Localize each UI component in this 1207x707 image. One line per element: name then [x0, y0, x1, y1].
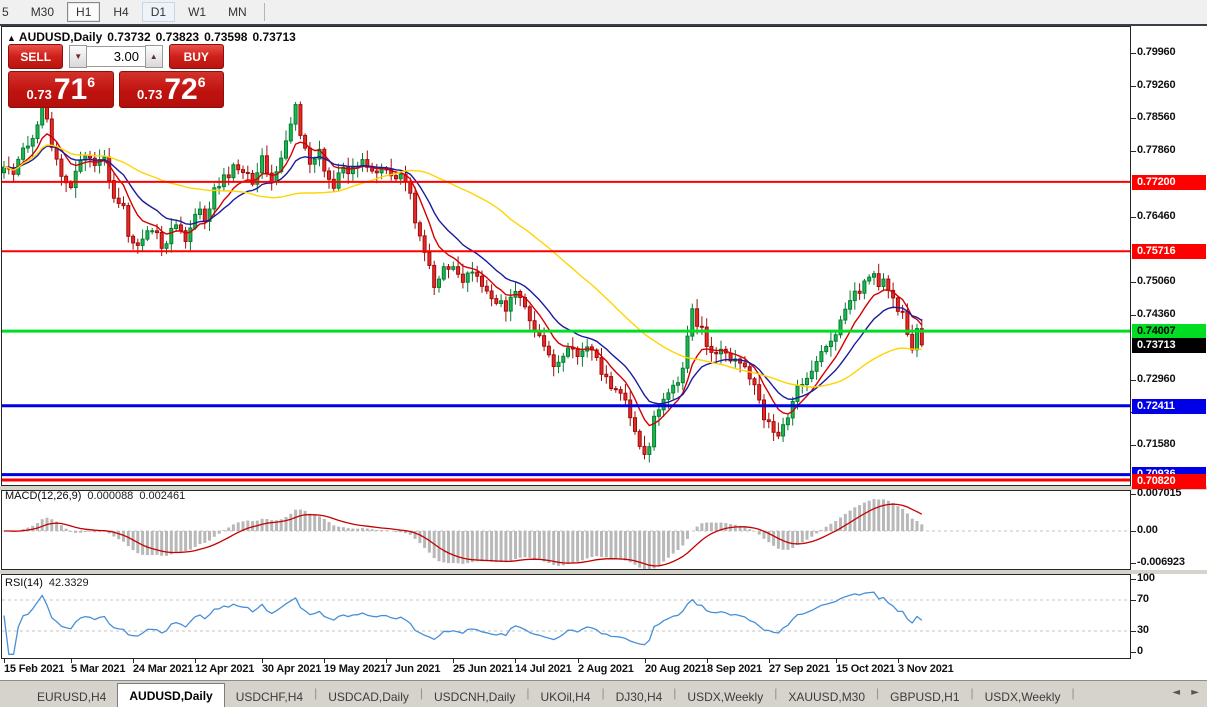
trading-terminal-window: 5 M30 H1 H4 D1 W1 MN ▲ AUDUSD,Daily 0.73732 0.738…	[0, 0, 1207, 707]
date-label: 30 Apr 2021	[262, 663, 322, 675]
buy-price-pip: 6	[197, 74, 206, 90]
volume-input[interactable]	[87, 46, 145, 67]
date-label: 15 Feb 2021	[4, 663, 65, 675]
rsi-tick-0: 0	[1137, 645, 1143, 657]
buy-price-prefix: 0.73	[137, 87, 163, 102]
symbol-tab-bar: EURUSD,H4 AUDUSD,Daily USDCHF,H4 | USDCAD,Da…	[0, 681, 1207, 707]
macd-tick--0.006923: -0.006923	[1137, 556, 1185, 568]
sell-price-main: 71	[53, 72, 88, 106]
macd-tick-0.00: 0.00	[1137, 524, 1158, 536]
chart-tab-usdx-weekly[interactable]: USDX,Weekly	[974, 687, 1072, 707]
buy-button[interactable]: BUY	[168, 44, 224, 69]
timeframe-button-h4[interactable]: H4	[104, 2, 137, 22]
ohlc-open: 0.73732	[107, 30, 151, 44]
price-badge-0.75716: 0.75716	[1132, 244, 1206, 259]
price-tick-0.78560: 0.78560	[1137, 111, 1176, 123]
timeframe-button-5[interactable]: 5	[0, 2, 18, 22]
date-label: 2 Aug 2021	[578, 663, 634, 675]
rsi-tick-100: 100	[1137, 572, 1155, 584]
price-chart-canvas[interactable]	[0, 24, 1207, 707]
chart-tab-usdchf-h4[interactable]: USDCHF,H4	[225, 687, 314, 707]
buy-price-main: 72	[164, 72, 198, 106]
date-label: 20 Aug 2021	[645, 663, 707, 675]
timeframe-toolbar: 5 M30 H1 H4 D1 W1 MN	[0, 0, 1207, 24]
sell-price-box[interactable]: 0.73 71 6	[8, 71, 114, 108]
chart-tab-usdx-weekly[interactable]: USDX,Weekly	[676, 687, 774, 707]
chart-tab-dj30-h4[interactable]: DJ30,H4	[605, 687, 674, 707]
macd-indicator-label: MACD(12,26,9) 0.000088 0.002461	[5, 490, 185, 502]
rsi-tick-70: 70	[1137, 593, 1149, 605]
spin-down-icon: ▼	[74, 52, 83, 61]
ohlc-high: 0.73823	[155, 30, 200, 44]
date-label: 19 May 2021	[324, 663, 387, 675]
ohlc-close: 0.73713	[252, 30, 296, 44]
macd-value-2: 0.002461	[139, 490, 186, 502]
timeframe-button-h1[interactable]: H1	[67, 2, 101, 22]
price-tick-0.74360: 0.74360	[1137, 308, 1176, 320]
date-label: 7 Jun 2021	[386, 663, 441, 675]
price-tick-0.72960: 0.72960	[1137, 373, 1176, 385]
tab-scroll-arrows: ◄ ►	[1164, 687, 1199, 698]
rsi-indicator-label: RSI(14) 42.3329	[5, 577, 89, 589]
rsi-tick-30: 30	[1137, 624, 1149, 636]
buy-price-box[interactable]: 0.73 72 6	[118, 71, 224, 108]
one-click-trading-panel: SELL ▼ ▲ BUY 0.73 71 6 0.73 72 6	[8, 44, 224, 108]
timeframe-button-w1[interactable]: W1	[179, 2, 215, 22]
date-label: 5 Mar 2021	[71, 663, 126, 675]
timeframe-button-m30[interactable]: M30	[22, 2, 63, 22]
tab-scroll-left-icon[interactable]: ◄	[1172, 687, 1180, 698]
price-tick-0.71580: 0.71580	[1137, 438, 1176, 450]
date-label: 15 Oct 2021	[836, 663, 895, 675]
toolbar-separator	[263, 3, 265, 21]
spin-up-icon: ▲	[149, 52, 158, 61]
macd-value-1: 0.000088	[87, 490, 134, 502]
chart-tab-eurusd-h4[interactable]: EURUSD,H4	[26, 687, 117, 707]
date-label: 24 Mar 2021	[133, 663, 194, 675]
date-label: 27 Sep 2021	[769, 663, 830, 675]
volume-decrease-button[interactable]: ▼	[69, 45, 87, 68]
sell-button[interactable]: SELL	[8, 44, 64, 69]
timeframe-button-d1[interactable]: D1	[141, 2, 176, 22]
chart-tab-usdcad-daily[interactable]: USDCAD,Daily	[317, 687, 420, 707]
price-tick-0.77860: 0.77860	[1137, 144, 1176, 156]
chart-tab-gbpusd-h1[interactable]: GBPUSD,H1	[879, 687, 970, 707]
chart-symbol-header: ▲ AUDUSD,Daily 0.73732 0.73823 0.73598 0.7371…	[7, 30, 301, 44]
price-badge-0.70820: 0.70820	[1132, 474, 1206, 489]
timeframe-button-mn[interactable]: MN	[219, 2, 256, 22]
tab-scroll-right-icon[interactable]: ►	[1191, 687, 1199, 698]
date-label: 12 Apr 2021	[195, 663, 255, 675]
ohlc-low: 0.73598	[204, 30, 248, 44]
date-label: 14 Jul 2021	[515, 663, 572, 675]
tab-separator: |	[1071, 685, 1075, 700]
price-tick-0.79260: 0.79260	[1137, 79, 1176, 91]
price-badge-0.72411: 0.72411	[1132, 399, 1206, 414]
chart-tab-ukoil-h4[interactable]: UKOil,H4	[529, 687, 601, 707]
price-badge-0.74007: 0.74007	[1132, 324, 1206, 339]
chart-tab-usdcnh-daily[interactable]: USDCNH,Daily	[423, 687, 526, 707]
price-tick-0.79960: 0.79960	[1137, 46, 1176, 58]
collapse-arrow-icon[interactable]: ▲	[7, 33, 16, 43]
rsi-value: 42.3329	[48, 577, 89, 589]
sell-price-pip: 6	[87, 74, 95, 90]
macd-name: MACD(12,26,9)	[5, 490, 82, 502]
price-tick-0.75060: 0.75060	[1137, 275, 1176, 287]
sell-price-prefix: 0.73	[26, 87, 52, 102]
date-label: 3 Nov 2021	[898, 663, 954, 675]
price-badge-0.77200: 0.77200	[1132, 175, 1206, 190]
date-label: 25 Jun 2021	[453, 663, 514, 675]
price-badge-0.73713: 0.73713	[1132, 338, 1206, 353]
symbol-title: AUDUSD,Daily	[18, 30, 103, 44]
chart-tab-audusd-daily[interactable]: AUDUSD,Daily	[117, 683, 225, 707]
price-tick-0.76460: 0.76460	[1137, 210, 1176, 222]
rsi-name: RSI(14)	[5, 577, 43, 589]
date-label: 8 Sep 2021	[707, 663, 762, 675]
chart-tab-xauusd-m30[interactable]: XAUUSD,M30	[777, 687, 876, 707]
volume-increase-button[interactable]: ▲	[145, 45, 163, 68]
